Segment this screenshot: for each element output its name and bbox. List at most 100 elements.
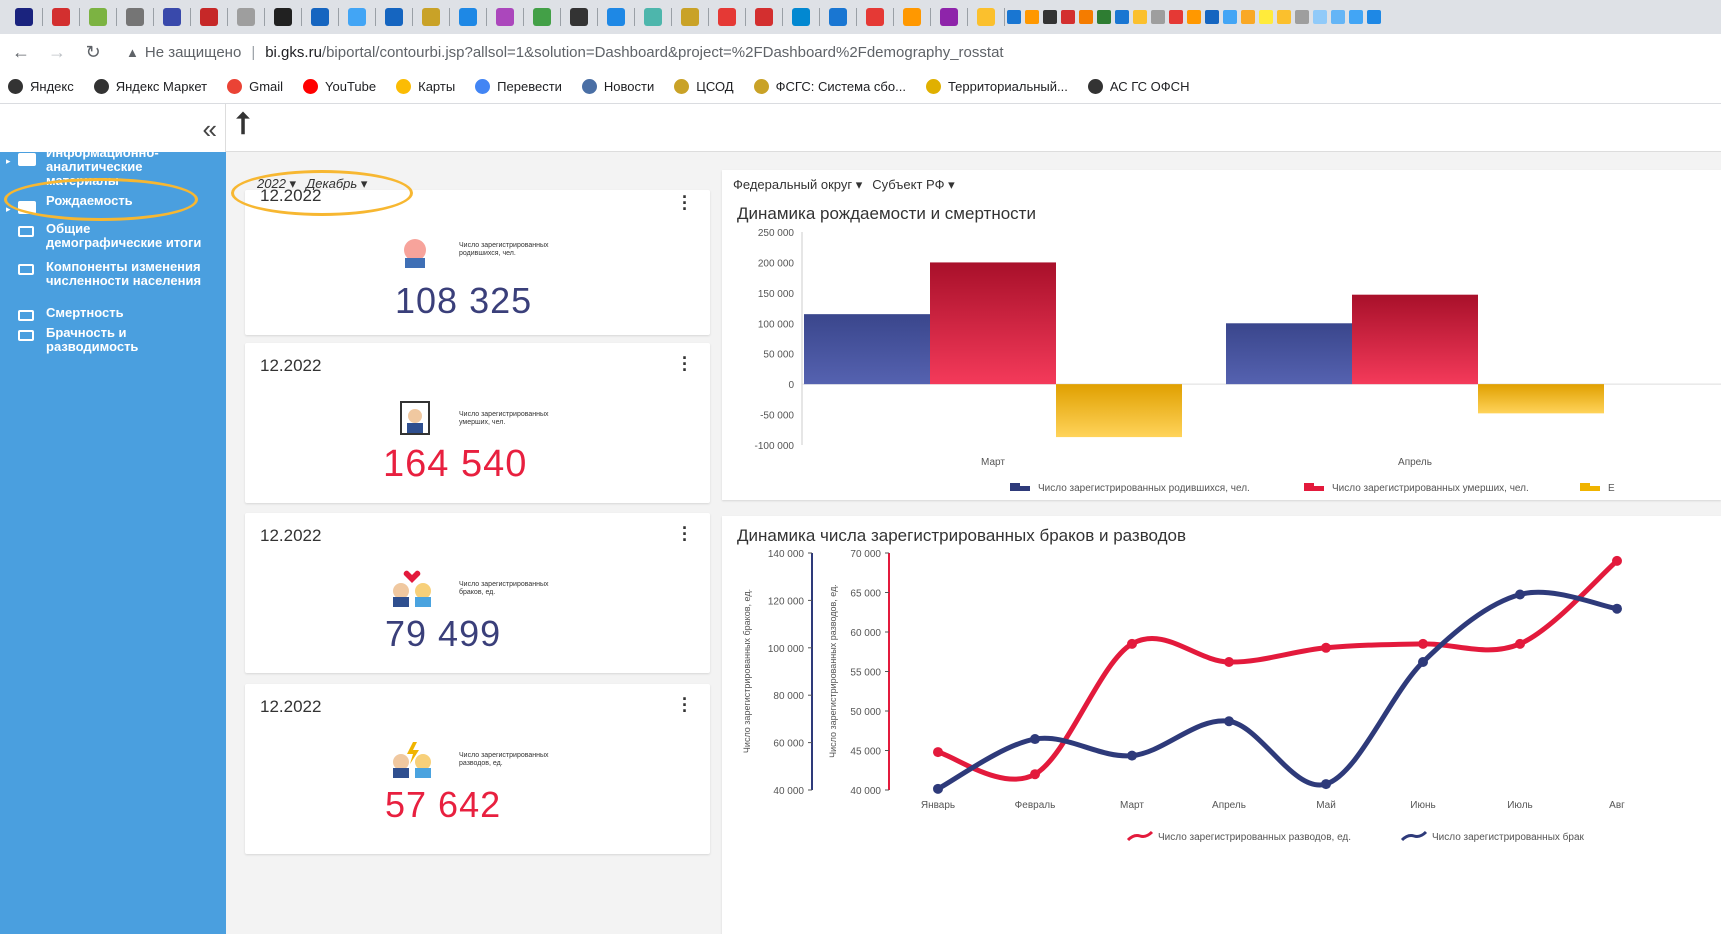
- bookmark-item[interactable]: АС ГС ОФСН: [1087, 79, 1189, 94]
- tab-favicon-icon[interactable]: [126, 8, 144, 26]
- reload-icon[interactable]: ↻: [78, 42, 108, 63]
- data-point[interactable]: [1224, 716, 1234, 727]
- bar[interactable]: [1352, 294, 1478, 385]
- tab-favicon-icon[interactable]: [607, 8, 625, 26]
- tab-favicon-icon[interactable]: [274, 8, 292, 26]
- tab-favicon-icon[interactable]: [311, 8, 329, 26]
- bar[interactable]: [1056, 384, 1182, 438]
- bar[interactable]: [930, 262, 1056, 385]
- tab-favicon-icon[interactable]: [1223, 10, 1237, 24]
- tab-favicon-icon[interactable]: [15, 8, 33, 26]
- tab-favicon-icon[interactable]: [1205, 10, 1219, 24]
- tab-favicon-icon[interactable]: [200, 8, 218, 26]
- tab-favicon-icon[interactable]: [1241, 10, 1255, 24]
- kebab-menu-icon[interactable]: · · ·: [682, 188, 688, 218]
- sidebar-item[interactable]: Общие демографические итоги: [0, 222, 226, 250]
- tab-favicon-icon[interactable]: [644, 8, 662, 26]
- data-point[interactable]: [1321, 779, 1331, 790]
- tab-favicon-icon[interactable]: [866, 8, 884, 26]
- tab-favicon-icon[interactable]: [1295, 10, 1309, 24]
- tab-favicon-icon[interactable]: [1277, 10, 1291, 24]
- legend-label[interactable]: Число зарегистрированных умерших, чел.: [1332, 483, 1529, 494]
- tab-favicon-icon[interactable]: [1079, 10, 1093, 24]
- tab-favicon-icon[interactable]: [1061, 10, 1075, 24]
- data-point[interactable]: [1418, 638, 1428, 649]
- bookmark-item[interactable]: Карты: [396, 79, 455, 94]
- data-point[interactable]: [1224, 657, 1234, 668]
- data-point[interactable]: [933, 747, 943, 758]
- data-point[interactable]: [1127, 638, 1137, 649]
- tab-favicon-icon[interactable]: [1007, 10, 1021, 24]
- tab-favicon-icon[interactable]: [1115, 10, 1129, 24]
- tab-favicon-icon[interactable]: [1097, 10, 1111, 24]
- data-point[interactable]: [1127, 750, 1137, 761]
- up-level-icon[interactable]: ⭡: [236, 108, 250, 142]
- data-point[interactable]: [1612, 555, 1622, 566]
- sidebar-item[interactable]: Смертность: [0, 306, 226, 321]
- forward-arrow-icon[interactable]: →: [42, 42, 72, 63]
- data-point[interactable]: [1612, 603, 1622, 614]
- tab-favicon-icon[interactable]: [422, 8, 440, 26]
- legend-label[interactable]: Число зарегистрированных разводов, ед.: [1158, 832, 1351, 843]
- tab-favicon-icon[interactable]: [459, 8, 477, 26]
- bookmark-item[interactable]: Перевести: [475, 79, 562, 94]
- tab-favicon-icon[interactable]: [1259, 10, 1273, 24]
- tab-favicon-icon[interactable]: [1187, 10, 1201, 24]
- bookmark-item[interactable]: Территориальный...: [925, 79, 1068, 94]
- tab-favicon-icon[interactable]: [1151, 10, 1165, 24]
- sidebar-item[interactable]: Брачность и разводимость: [0, 326, 226, 354]
- expand-caret-icon[interactable]: ▸: [6, 154, 11, 168]
- tab-favicon-icon[interactable]: [52, 8, 70, 26]
- tab-favicon-icon[interactable]: [1025, 10, 1039, 24]
- bar[interactable]: [804, 314, 930, 385]
- data-point[interactable]: [1321, 642, 1331, 653]
- legend-label[interactable]: Е: [1608, 483, 1615, 494]
- tab-favicon-icon[interactable]: [718, 8, 736, 26]
- tab-favicon-icon[interactable]: [348, 8, 366, 26]
- tab-favicon-icon[interactable]: [163, 8, 181, 26]
- tab-favicon-icon[interactable]: [1313, 10, 1327, 24]
- bookmark-item[interactable]: ЦСОД: [674, 79, 734, 94]
- back-arrow-icon[interactable]: ←: [6, 42, 36, 63]
- data-point[interactable]: [1515, 589, 1525, 600]
- tab-favicon-icon[interactable]: [1331, 10, 1345, 24]
- kebab-menu-icon[interactable]: · · ·: [682, 690, 688, 720]
- bookmark-item[interactable]: YouTube: [303, 79, 376, 94]
- collapse-sidebar-icon[interactable]: «: [203, 114, 217, 145]
- series-line[interactable]: [936, 589, 1618, 792]
- tab-favicon-icon[interactable]: [1349, 10, 1363, 24]
- bookmark-item[interactable]: ФСГС: Система сбо...: [753, 79, 906, 94]
- data-point[interactable]: [1515, 638, 1525, 649]
- tab-favicon-icon[interactable]: [533, 8, 551, 26]
- sidebar-item[interactable]: Компоненты изменения численности населен…: [0, 260, 226, 288]
- bookmark-item[interactable]: Яндекс: [8, 79, 74, 94]
- tab-favicon-icon[interactable]: [903, 8, 921, 26]
- url-field[interactable]: bi.gks.ru/biportal/contourbi.jsp?allsol=…: [265, 44, 1003, 61]
- data-point[interactable]: [1418, 657, 1428, 668]
- tab-favicon-icon[interactable]: [792, 8, 810, 26]
- data-point[interactable]: [933, 783, 943, 794]
- bar[interactable]: [1226, 323, 1352, 385]
- bookmark-item[interactable]: Gmail: [227, 79, 283, 94]
- tab-favicon-icon[interactable]: [1367, 10, 1381, 24]
- bar[interactable]: [1478, 384, 1604, 414]
- bookmark-item[interactable]: Яндекс Маркет: [93, 79, 207, 94]
- legend-label[interactable]: Число зарегистрированных родившихся, чел…: [1038, 483, 1250, 494]
- tab-favicon-icon[interactable]: [977, 8, 995, 26]
- tab-favicon-icon[interactable]: [755, 8, 773, 26]
- data-point[interactable]: [1030, 769, 1040, 780]
- tab-favicon-icon[interactable]: [681, 8, 699, 26]
- tab-favicon-icon[interactable]: [829, 8, 847, 26]
- tab-favicon-icon[interactable]: [496, 8, 514, 26]
- tab-favicon-icon[interactable]: [940, 8, 958, 26]
- tab-favicon-icon[interactable]: [1169, 10, 1183, 24]
- not-secure-label[interactable]: Не защищено: [145, 44, 241, 61]
- tab-favicon-icon[interactable]: [570, 8, 588, 26]
- warning-icon[interactable]: ▲: [126, 45, 139, 60]
- tab-favicon-icon[interactable]: [385, 8, 403, 26]
- tab-favicon-icon[interactable]: [1133, 10, 1147, 24]
- data-point[interactable]: [1030, 734, 1040, 745]
- tab-favicon-icon[interactable]: [89, 8, 107, 26]
- legend-label[interactable]: Число зарегистрированных брак: [1432, 831, 1585, 843]
- kebab-menu-icon[interactable]: · · ·: [682, 519, 688, 549]
